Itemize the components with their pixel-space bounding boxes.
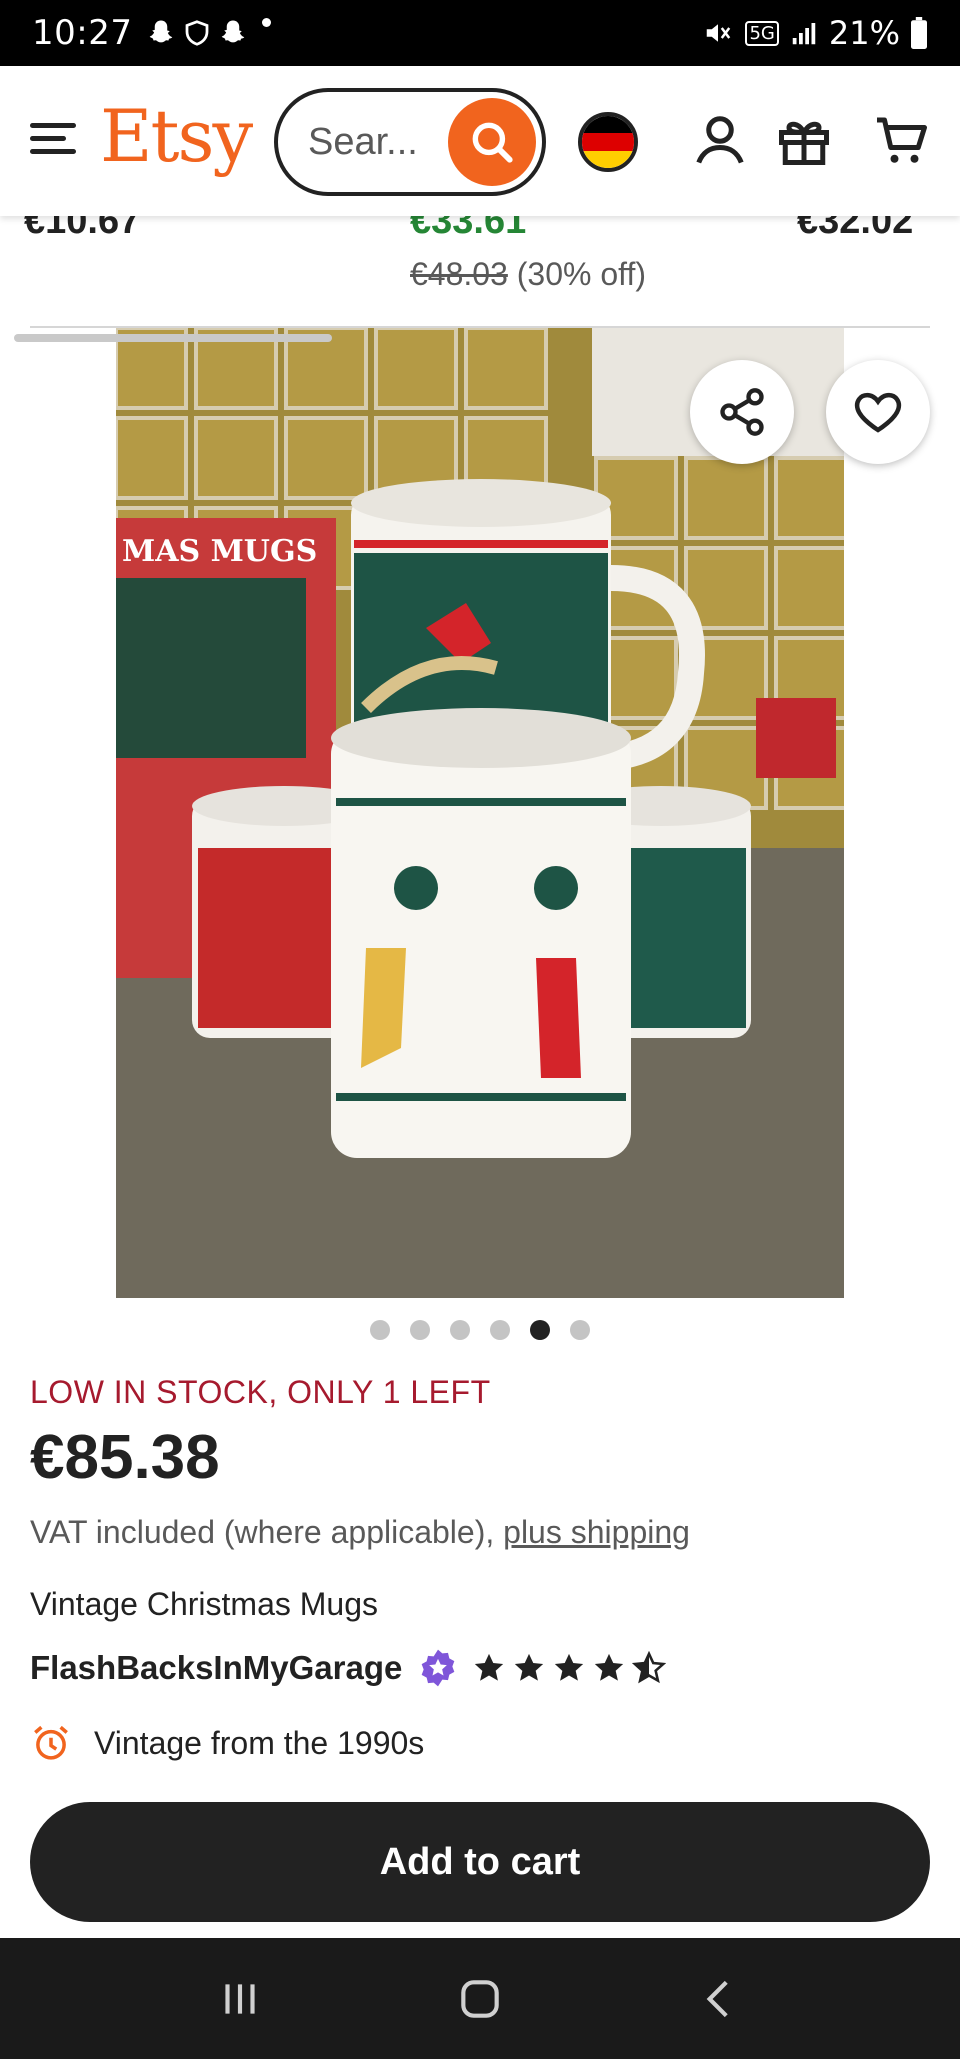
- status-time: 10:27: [32, 13, 133, 53]
- vat-info: VAT included (where applicable), plus sh…: [30, 1514, 690, 1551]
- carousel-dot-active[interactable]: [530, 1320, 550, 1340]
- etsy-logo[interactable]: Etsy: [100, 94, 253, 178]
- favorite-button[interactable]: [826, 360, 930, 464]
- star-full-icon: [515, 1653, 544, 1681]
- star-full-icon: [555, 1653, 584, 1681]
- vat-text: VAT included (where applicable),: [30, 1514, 495, 1550]
- recent-apps-icon[interactable]: [215, 1974, 265, 2024]
- stock-notice: LOW IN STOCK, ONLY 1 LEFT: [30, 1374, 491, 1410]
- account-icon[interactable]: [690, 110, 750, 170]
- carousel-dot[interactable]: [490, 1320, 510, 1340]
- star-full-icon: [475, 1653, 504, 1681]
- mute-icon: [707, 24, 731, 42]
- share-button[interactable]: [690, 360, 794, 464]
- home-icon[interactable]: [455, 1974, 505, 2024]
- carousel-scroll-indicator: [14, 334, 332, 342]
- carousel-dot[interactable]: [370, 1320, 390, 1340]
- search-placeholder: Sear...: [308, 120, 418, 163]
- carousel-dot[interactable]: [450, 1320, 470, 1340]
- battery-icon: [911, 17, 927, 49]
- carousel-dots: [0, 1320, 960, 1340]
- star-full-icon: [595, 1653, 624, 1681]
- listing-original-price: €48.03 (30% off): [410, 256, 647, 292]
- star-seller-badge-icon: [422, 1649, 455, 1687]
- star-half-icon: [632, 1651, 667, 1684]
- product-price: €85.38: [30, 1423, 220, 1492]
- box-label: MAS MUGS: [122, 534, 317, 569]
- add-to-cart-button[interactable]: Add to cart: [30, 1802, 930, 1922]
- vintage-text: Vintage from the 1990s: [94, 1724, 425, 1761]
- product-title: Vintage Christmas Mugs: [30, 1586, 378, 1622]
- heart-icon: [854, 392, 902, 433]
- system-nav-bar: [0, 1938, 960, 2059]
- shop-row: FlashBacksInMyGarage: [30, 1646, 667, 1690]
- previous-listing-prices: €10.67 €33.61 €48.03 (30% off) €32.02: [0, 200, 960, 326]
- signal-icon: [792, 23, 816, 45]
- carousel-dot[interactable]: [410, 1320, 430, 1340]
- notification-icons: [146, 18, 272, 48]
- cart-icon[interactable]: [872, 110, 932, 170]
- app-header: Etsy Sear...: [0, 66, 960, 216]
- network-type: 5G: [745, 20, 779, 46]
- product-image[interactable]: MAS MUGS: [116, 328, 844, 1298]
- vintage-row: Vintage from the 1990s: [30, 1722, 424, 1764]
- shield-icon: [186, 20, 209, 46]
- alarm-clock-icon: [34, 1725, 68, 1760]
- carousel-dot[interactable]: [570, 1320, 590, 1340]
- status-bar: 10:27 5G 21%: [0, 0, 960, 66]
- shop-name-link[interactable]: FlashBacksInMyGarage: [30, 1649, 402, 1687]
- battery-percent: 21%: [828, 14, 900, 52]
- search-input[interactable]: Sear...: [274, 88, 546, 196]
- snapchat-icon: [222, 20, 245, 43]
- region-flag-icon[interactable]: [578, 112, 638, 172]
- back-icon[interactable]: [695, 1974, 745, 2024]
- share-icon: [720, 388, 764, 436]
- mugs-photo: MAS MUGS: [116, 328, 844, 1298]
- snapchat-icon: [150, 20, 173, 43]
- search-button[interactable]: [448, 98, 536, 186]
- system-status: 5G 21%: [701, 14, 928, 52]
- more-notifications-dot: [262, 18, 272, 27]
- search-icon: [472, 122, 513, 163]
- shipping-link[interactable]: plus shipping: [503, 1514, 690, 1550]
- gift-icon[interactable]: [774, 110, 834, 170]
- rating-stars[interactable]: [472, 1651, 667, 1685]
- menu-icon[interactable]: [30, 123, 76, 159]
